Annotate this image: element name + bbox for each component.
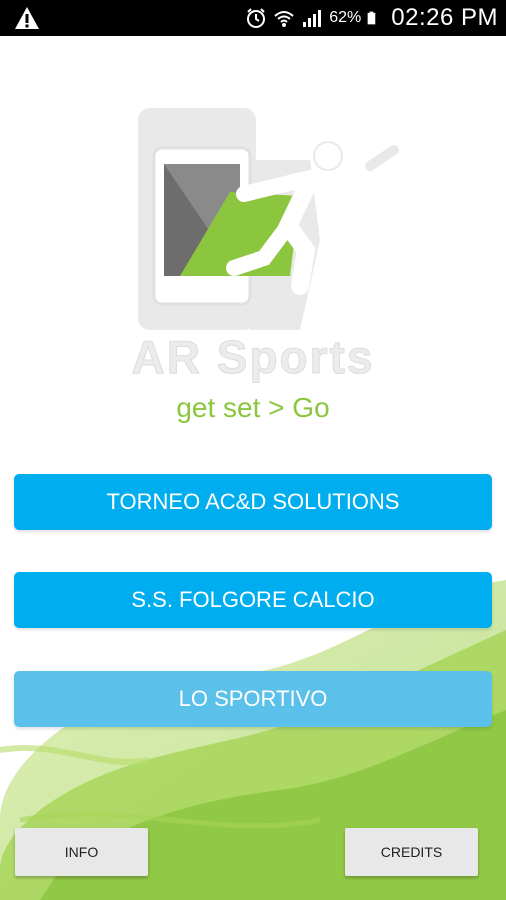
credits-button[interactable]: CREDITS xyxy=(345,828,478,876)
app-logo-icon xyxy=(138,108,399,330)
battery-percentage: 62% xyxy=(329,9,362,26)
battery-icon xyxy=(367,11,376,25)
alarm-icon xyxy=(247,8,266,28)
torneo-button[interactable]: TORNEO AC&D SOLUTIONS xyxy=(14,474,492,530)
brand-name: AR Sports xyxy=(131,331,375,384)
status-bar: 62% 02:26 PM xyxy=(0,0,506,36)
wifi-icon xyxy=(274,11,294,27)
status-icons: 62% 02:26 PM xyxy=(245,0,498,36)
info-button[interactable]: INFO xyxy=(15,828,148,876)
tagline: get set > Go xyxy=(176,392,330,423)
signal-icon xyxy=(303,10,322,27)
warning-icon xyxy=(15,7,39,29)
lo-sportivo-button[interactable]: LO SPORTIVO xyxy=(14,671,492,727)
clock: 02:26 PM xyxy=(391,4,498,31)
folgore-calcio-button[interactable]: S.S. FOLGORE CALCIO xyxy=(14,572,492,628)
